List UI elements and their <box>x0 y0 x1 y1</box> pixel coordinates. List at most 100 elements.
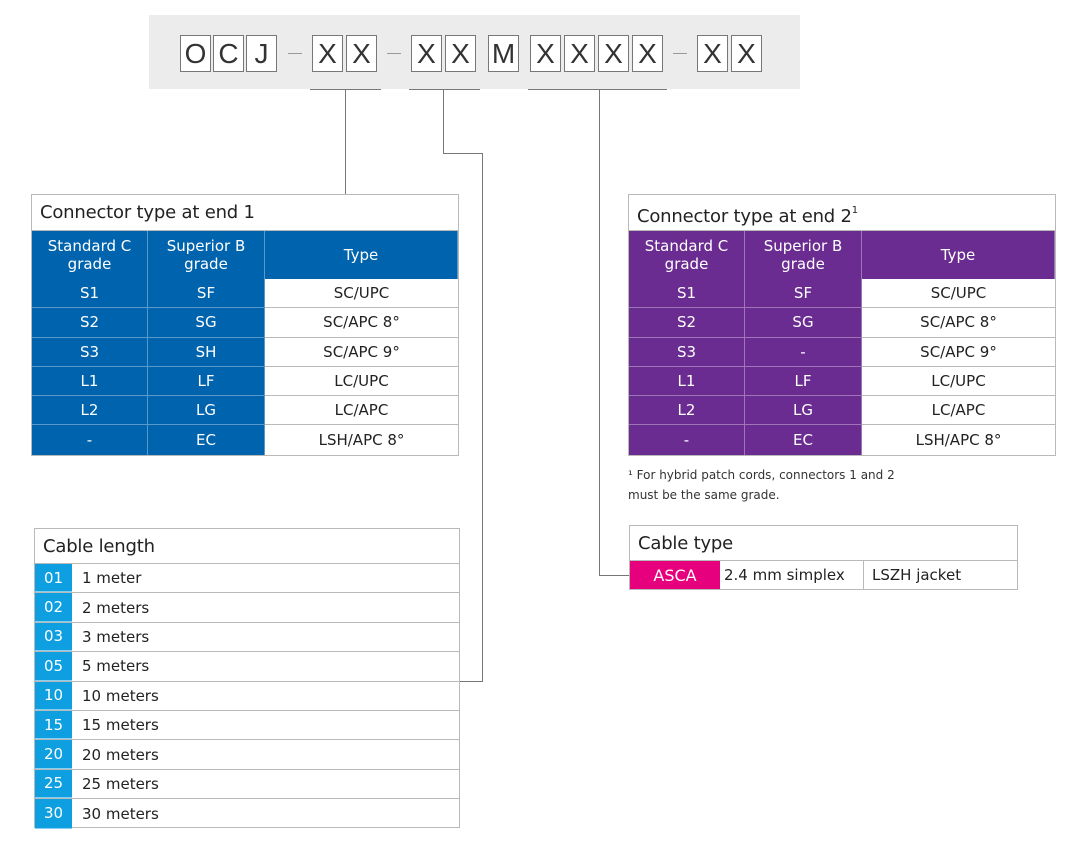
code-char: X <box>697 35 728 72</box>
connector-type-cell: SC/APC 9° <box>862 337 1055 367</box>
cable-type-jacket: LSZH jacket <box>872 566 962 584</box>
code-char: O <box>180 35 211 72</box>
grade-code-cell: L1 <box>32 366 148 397</box>
code-dash <box>673 53 687 54</box>
cable-length-title: Cable length <box>35 529 459 564</box>
grade-code-cell: L2 <box>32 396 148 426</box>
code-char: X <box>312 35 343 72</box>
grade-code-cell: - <box>745 337 862 367</box>
table-row: 02 2 meters <box>35 593 459 623</box>
cable-type-desc: 2.4 mm simplex <box>720 561 864 589</box>
grade-code-cell: S3 <box>32 337 148 367</box>
cable-type-row: ASCA 2.4 mm simplex LSZH jacket <box>630 561 1017 589</box>
length-code: 25 <box>35 769 72 799</box>
cable-length-table: Cable length 01 1 meter 02 2 meters 03 3 mete… <box>34 528 460 829</box>
length-code: 15 <box>35 710 72 740</box>
grade-code-cell: LF <box>745 366 862 397</box>
part-number-bar: O C J X X X X M X X X X X X <box>149 15 800 90</box>
connector-line-cable <box>599 575 630 576</box>
column-header: Standard C grade <box>629 231 745 279</box>
length-label: 20 meters <box>82 745 159 764</box>
footnote-line: must be the same grade. <box>628 488 780 502</box>
grade-code-cell: L2 <box>629 396 745 426</box>
code-char: X <box>564 35 595 72</box>
column-header: Type <box>265 231 458 279</box>
cable-type-table: Cable type ASCA 2.4 mm simplex LSZH jack… <box>629 525 1018 590</box>
connector-end1-grid: Standard C grade Superior B grade Type S1 SF… <box>32 231 458 455</box>
connector-type-cell: SC/APC 8° <box>265 308 458 338</box>
length-label: 25 meters <box>82 774 159 793</box>
cable-length-rows: 01 1 meter 02 2 meters 03 3 meters 05 5 meters 1… <box>35 564 459 829</box>
table-row: 25 25 meters <box>35 769 459 800</box>
grade-code-cell: L1 <box>629 366 745 397</box>
connector-line-length <box>443 89 444 153</box>
connector-type-cell: SC/UPC <box>265 279 458 309</box>
grade-code-cell: - <box>32 425 148 455</box>
grade-code-cell: S2 <box>629 308 745 338</box>
connector-end1-title: Connector type at end 1 <box>32 195 458 231</box>
table-row: 15 15 meters <box>35 710 459 741</box>
column-header: Superior B grade <box>745 231 862 279</box>
connector-type-cell: LSH/APC 8° <box>265 425 458 455</box>
connector-end2-title-text: Connector type at end 2 <box>637 206 852 227</box>
grade-code-cell: S1 <box>629 279 745 309</box>
length-label: 30 meters <box>82 804 159 823</box>
length-label: 5 meters <box>82 657 150 676</box>
connector-end2-table: Connector type at end 21 Standard C grad… <box>628 194 1056 456</box>
connector-type-cell: LC/APC <box>862 396 1055 426</box>
code-dash <box>387 53 401 54</box>
length-code: 10 <box>35 681 72 710</box>
code-char: M <box>488 35 519 72</box>
grade-code-cell: LG <box>745 396 862 426</box>
table-row: 01 1 meter <box>35 564 459 594</box>
connector-type-cell: SC/APC 8° <box>862 308 1055 338</box>
code-char: X <box>445 35 476 72</box>
table-row: 10 10 meters <box>35 681 459 711</box>
connector-line-length <box>460 681 483 682</box>
connector-type-cell: LC/UPC <box>862 366 1055 397</box>
cable-type-code: ASCA <box>630 561 720 589</box>
cable-type-title: Cable type <box>630 526 1017 561</box>
grade-code-cell: LG <box>148 396 265 426</box>
code-dash <box>288 53 302 54</box>
grade-code-cell: SG <box>745 308 862 338</box>
connector-line-end1 <box>345 89 346 195</box>
code-char: X <box>411 35 442 72</box>
length-code: 02 <box>35 593 72 622</box>
grade-code-cell: EC <box>148 425 265 455</box>
connector-type-cell: LSH/APC 8° <box>862 425 1055 455</box>
table-row: 05 5 meters <box>35 652 459 682</box>
column-header: Standard C grade <box>32 231 148 279</box>
connector-end1-table: Connector type at end 1 Standard C grade… <box>31 194 459 456</box>
connector-end2-title: Connector type at end 21 <box>629 195 1055 231</box>
length-label: 10 meters <box>82 686 159 705</box>
grade-code-cell: SH <box>148 337 265 367</box>
grade-code-cell: S2 <box>32 308 148 338</box>
grade-code-cell: S3 <box>629 337 745 367</box>
grade-code-cell: SF <box>148 279 265 309</box>
table-row: 03 3 meters <box>35 622 459 653</box>
length-code: 30 <box>35 799 72 829</box>
table-row: 20 20 meters <box>35 740 459 770</box>
length-label: 15 meters <box>82 716 159 735</box>
length-code: 05 <box>35 652 72 681</box>
code-char: X <box>632 35 663 72</box>
code-char: X <box>731 35 762 72</box>
footnote-marker: 1 <box>851 205 858 216</box>
connector-line-cable <box>599 89 600 576</box>
connector-type-cell: SC/APC 9° <box>265 337 458 367</box>
grade-code-cell: S1 <box>32 279 148 309</box>
code-char: X <box>598 35 629 72</box>
length-label: 2 meters <box>82 598 150 617</box>
connector-end2-grid: Standard C grade Superior B grade Type S1 SF… <box>629 231 1055 455</box>
code-underline-cable <box>528 89 667 90</box>
code-char: X <box>530 35 561 72</box>
footnote: ¹ For hybrid patch cords, connectors 1 a… <box>628 465 895 505</box>
length-code: 20 <box>35 740 72 769</box>
connector-type-cell: LC/UPC <box>265 366 458 397</box>
connector-line-length <box>482 153 483 682</box>
length-code: 01 <box>35 564 72 593</box>
code-char: J <box>246 35 277 72</box>
length-label: 3 meters <box>82 627 150 646</box>
column-header: Superior B grade <box>148 231 265 279</box>
